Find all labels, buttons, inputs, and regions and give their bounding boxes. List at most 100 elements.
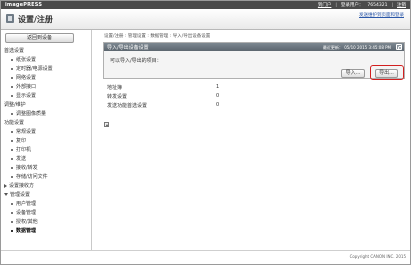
login-user-id: 7654321	[367, 2, 388, 8]
breadcrumb: 设置/注册 : 管理设置 : 数据管理 : 导入/导出设备设置	[104, 33, 210, 39]
separator: |	[335, 2, 337, 8]
sidebar-item-label: 外部接口	[16, 84, 37, 90]
bullet-icon	[11, 220, 13, 223]
page-title: 设置/注册	[18, 15, 53, 24]
bullet-icon	[11, 130, 13, 133]
panel-title: 导入/导出设备设置	[107, 45, 149, 51]
sidebar-section-function-settings[interactable]: 功能设置	[4, 119, 24, 126]
sidebar-section-label: 管理设置	[10, 192, 31, 198]
bullet-icon	[11, 94, 13, 97]
sidebar-item-label: 显示设置	[16, 93, 37, 99]
refresh-icon[interactable]	[396, 44, 402, 50]
sidebar-item-label: 存储/访问文件	[16, 174, 48, 180]
info-label: 发送功能首选设置	[107, 103, 148, 109]
sidebar-item-network[interactable]: 网络设置	[11, 74, 36, 81]
sidebar-section-label: 功能设置	[4, 120, 25, 126]
window-frame: imagePRESS 到门户 | 登录用户： 7654321 | 注销 设置/注…	[0, 0, 411, 265]
settings-page-icon	[6, 14, 14, 23]
info-value: 1	[216, 84, 220, 90]
info-value: 0	[216, 102, 220, 108]
sidebar-item-external-interface[interactable]: 外部接口	[11, 83, 36, 90]
page-header: 设置/注册 发送维护到页面和登录	[1, 9, 410, 30]
separator: |	[391, 2, 393, 8]
logout-link[interactable]: 注销	[397, 2, 406, 8]
send-maintenance-link[interactable]: 发送维护到页面和登录	[359, 12, 404, 18]
sidebar-item-paper[interactable]: 纸张设置	[11, 56, 36, 63]
sidebar-item-timer-power[interactable]: 定时器/电源设置	[11, 65, 53, 72]
sidebar-item-license-other[interactable]: 授权/其他	[11, 218, 38, 225]
sidebar-item-label: 复印	[16, 138, 27, 144]
expand-arrow-icon	[4, 183, 7, 188]
sidebar-section-preferences[interactable]: 首选设置	[4, 47, 24, 54]
bullet-icon	[11, 112, 13, 115]
panel-description: 可以导入/导出的项目：	[110, 58, 162, 64]
sidebar-item-image-quality[interactable]: 调整图像质量	[11, 110, 46, 117]
breadcrumb-item[interactable]: 数据管理	[150, 34, 168, 39]
info-value: 0	[216, 93, 220, 99]
sidebar-item-receive-forward[interactable]: 接收/转发	[11, 164, 38, 171]
last-updated: 最近更新： 05/10 2015 3:45:08 PM	[323, 45, 391, 51]
sidebar-item-printer[interactable]: 打印机	[11, 146, 31, 153]
sidebar-item-label: 数据管理	[16, 228, 37, 234]
sidebar-item-copy[interactable]: 复印	[11, 137, 26, 144]
sidebar-item-general[interactable]: 常规设置	[11, 128, 36, 135]
breadcrumb-item[interactable]: 设置/注册	[104, 34, 124, 39]
last-updated-value: 05/10 2015 3:45:08 PM	[344, 44, 391, 50]
import-export-panel: 导入/导出设备设置 最近更新： 05/10 2015 3:45:08 PM 可以…	[103, 42, 405, 80]
breadcrumb-current: 导入/导出设备设置	[172, 34, 211, 39]
sidebar-item-user-management[interactable]: 用户管理	[11, 200, 36, 207]
sidebar-section-adjust-maintenance[interactable]: 调整/维护	[4, 101, 26, 108]
sidebar-section-destination[interactable]: 设置接收方	[4, 182, 34, 189]
sidebar-item-label: 纸张设置	[16, 57, 37, 63]
login-user-label: 登录用户：	[340, 3, 364, 8]
sidebar-item-label: 发送	[16, 156, 27, 162]
last-updated-label: 最近更新：	[322, 44, 343, 50]
import-button[interactable]: 导入...	[341, 69, 365, 78]
sidebar-item-label: 接收/转发	[16, 165, 38, 171]
breadcrumb-item[interactable]: 管理设置	[128, 34, 146, 39]
panel-header: 导入/导出设备设置 最近更新： 05/10 2015 3:45:08 PM	[104, 43, 404, 51]
sidebar-item-device-management[interactable]: 设备管理	[11, 209, 36, 216]
bullet-icon	[11, 229, 13, 232]
sidebar-item-label: 设备管理	[16, 210, 37, 216]
bullet-icon	[11, 148, 13, 151]
portal-link[interactable]: 到门户	[318, 2, 332, 8]
sidebar-item-label: 用户管理	[16, 201, 37, 207]
export-highlight-box	[370, 65, 404, 80]
copyright-text: Copyright CANON INC. 2015	[349, 254, 406, 259]
return-to-device-button[interactable]: 返回到设备	[5, 33, 74, 43]
bullet-icon	[11, 157, 13, 160]
footer: Copyright CANON INC. 2015	[1, 250, 410, 264]
sidebar: 返回到设备 首选设置 纸张设置 定时器/电源设置 网络设置 外部接口 显示设置 …	[1, 30, 92, 250]
back-to-top-icon[interactable]	[104, 122, 109, 127]
info-row: 地址簿 1	[107, 84, 247, 93]
sidebar-section-management[interactable]: 管理设置	[4, 191, 30, 198]
info-row: 发送功能首选设置 0	[107, 102, 247, 111]
bullet-icon	[11, 76, 13, 79]
sidebar-item-label: 打印机	[16, 147, 32, 153]
bullet-icon	[11, 139, 13, 142]
sidebar-section-label: 首选设置	[4, 48, 25, 54]
collapse-arrow-icon	[4, 193, 8, 196]
sidebar-item-label: 定时器/电源设置	[16, 66, 53, 72]
sidebar-item-send[interactable]: 发送	[11, 155, 26, 162]
sidebar-section-label: 调整/维护	[4, 102, 26, 108]
top-bar: imagePRESS 到门户 | 登录用户： 7654321 | 注销	[1, 1, 410, 9]
sidebar-item-display[interactable]: 显示设置	[11, 92, 36, 99]
bullet-icon	[11, 166, 13, 169]
sidebar-item-label: 调整图像质量	[16, 111, 47, 117]
info-label: 地址簿	[107, 85, 123, 91]
info-label: 转发设置	[107, 94, 128, 100]
top-bar-links: 到门户 | 登录用户： 7654321 | 注销	[318, 2, 406, 9]
bullet-icon	[11, 58, 13, 61]
sidebar-item-label: 网络设置	[16, 75, 37, 81]
sidebar-item-data-management[interactable]: 数据管理	[11, 227, 36, 234]
sidebar-item-store-access-files[interactable]: 存储/访问文件	[11, 173, 48, 180]
brand-logo: imagePRESS	[5, 2, 43, 8]
sidebar-item-label: 授权/其他	[16, 219, 38, 225]
bullet-icon	[11, 175, 13, 178]
bullet-icon	[11, 67, 13, 70]
bullet-icon	[11, 202, 13, 205]
bullet-icon	[11, 85, 13, 88]
sidebar-item-label: 常规设置	[16, 129, 37, 135]
